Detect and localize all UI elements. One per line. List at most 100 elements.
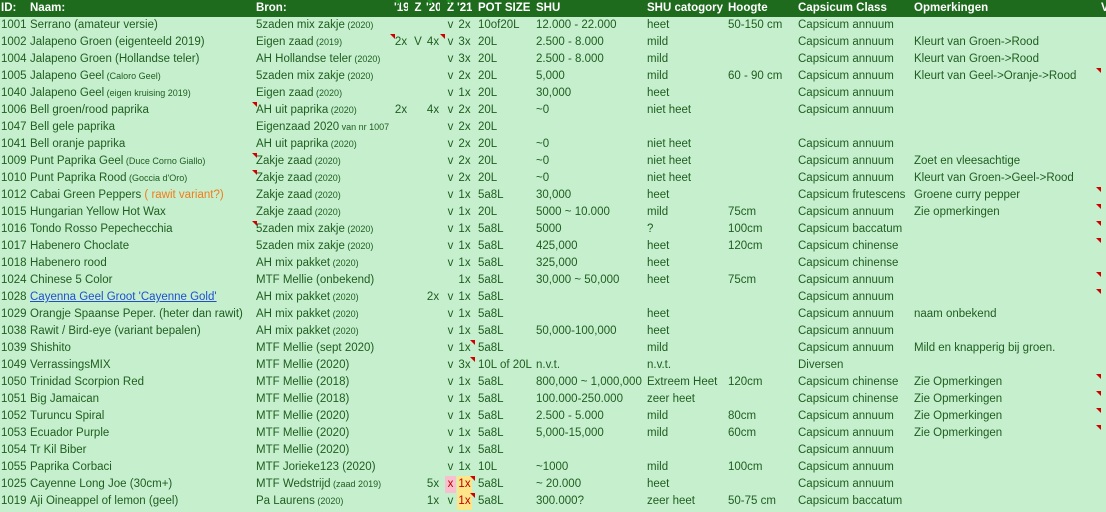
cell-z1[interactable] (412, 102, 424, 119)
cell-20[interactable] (426, 323, 440, 340)
cell-21[interactable]: 3x (457, 34, 472, 51)
cell-z1[interactable] (412, 170, 424, 187)
cell-id[interactable]: 1019 (1, 493, 27, 510)
cell-hoogte[interactable] (728, 85, 796, 102)
cell-naam[interactable]: Rawit / Bird-eye (variant bepalen) (30, 323, 254, 340)
cell-z1[interactable] (412, 357, 424, 374)
cell-bron[interactable]: MTF Mellie (2020) (256, 408, 392, 425)
cell-z1[interactable] (412, 323, 424, 340)
cell-z2[interactable]: v (445, 17, 456, 34)
cell-id[interactable]: 1052 (1, 408, 27, 425)
cell-shu-category[interactable]: zeer heet (647, 493, 725, 510)
cell-shu[interactable]: ~0 (536, 153, 644, 170)
cell-capsicum-class[interactable]: Capsicum baccatum (798, 221, 912, 238)
cell-20[interactable] (426, 170, 440, 187)
cell-20[interactable] (426, 221, 440, 238)
cell-20[interactable]: 1x (426, 493, 440, 510)
cell-pot-size[interactable]: 10L (478, 459, 534, 476)
cell-shu[interactable] (536, 340, 644, 357)
cell-pot-size[interactable]: 5a8L (478, 408, 534, 425)
cell-bron[interactable]: AH mix pakket (2020) (256, 306, 392, 323)
cell-capsicum-class[interactable]: Capsicum annuum (798, 425, 912, 442)
cell-pot-size[interactable]: 20L (478, 68, 534, 85)
cell-opmerkingen[interactable]: Kleurt van Groen->Rood (914, 51, 1100, 68)
cell-opmerkingen[interactable] (914, 357, 1100, 374)
cell-z2[interactable] (445, 272, 456, 289)
cell-pot-size[interactable]: 5a8L (478, 323, 534, 340)
cell-pot-size[interactable]: 5a8L (478, 187, 534, 204)
cell-z2[interactable]: v (445, 425, 456, 442)
cell-opmerkingen[interactable]: Kleurt van Groen->Rood (914, 34, 1100, 51)
cell-hoogte[interactable]: 50-150 cm (728, 17, 796, 34)
cell-hoogte[interactable] (728, 34, 796, 51)
header-shu[interactable]: SHU (536, 0, 644, 17)
cell-hoogte[interactable]: 100cm (728, 459, 796, 476)
cell-shu[interactable]: n.v.t. (536, 357, 644, 374)
header-pot-size[interactable]: POT SIZE (478, 0, 534, 17)
cell-shu-category[interactable]: n.v.t. (647, 357, 725, 374)
cell-19[interactable] (394, 51, 408, 68)
cell-id[interactable]: 1055 (1, 459, 27, 476)
cell-20[interactable] (426, 391, 440, 408)
cell-naam[interactable]: Habenero rood (30, 255, 254, 272)
cell-shu[interactable]: ~0 (536, 170, 644, 187)
cell-shu[interactable]: 30,000 (536, 187, 644, 204)
cell-19[interactable] (394, 136, 408, 153)
cell-19[interactable] (394, 340, 408, 357)
cell-20[interactable] (426, 238, 440, 255)
cell-21[interactable]: 1x (457, 408, 472, 425)
cell-shu-category[interactable]: mild (647, 68, 725, 85)
cell-21[interactable]: 2x (457, 17, 472, 34)
cell-hoogte[interactable] (728, 153, 796, 170)
cell-z1[interactable] (412, 119, 424, 136)
cell-19[interactable] (394, 493, 408, 510)
cell-z2[interactable]: v (445, 238, 456, 255)
cell-id[interactable]: 1039 (1, 340, 27, 357)
cell-shu[interactable]: ~0 (536, 102, 644, 119)
cell-shu-category[interactable]: mild (647, 408, 725, 425)
cell-20[interactable]: 5x (426, 476, 440, 493)
cell-capsicum-class[interactable]: Capsicum annuum (798, 442, 912, 459)
cell-naam[interactable]: Bell oranje paprika (30, 136, 254, 153)
cell-shu-category[interactable]: heet (647, 187, 725, 204)
cell-z1[interactable] (412, 68, 424, 85)
cell-capsicum-class[interactable]: Capsicum frutescens (798, 187, 912, 204)
cell-opmerkingen[interactable]: Zie Opmerkingen (914, 391, 1100, 408)
cell-naam[interactable]: Trinidad Scorpion Red (30, 374, 254, 391)
cell-pot-size[interactable]: 5a8L (478, 442, 534, 459)
cell-shu-category[interactable]: mild (647, 51, 725, 68)
cell-z1[interactable] (412, 306, 424, 323)
cell-z1[interactable] (412, 374, 424, 391)
cell-id[interactable]: 1017 (1, 238, 27, 255)
cell-id[interactable]: 1005 (1, 68, 27, 85)
cell-capsicum-class[interactable]: Capsicum annuum (798, 476, 912, 493)
cell-id[interactable]: 1012 (1, 187, 27, 204)
cell-pot-size[interactable]: 20L (478, 204, 534, 221)
cell-z2[interactable]: v (445, 289, 456, 306)
cell-opmerkingen[interactable] (914, 459, 1100, 476)
cell-naam[interactable]: Cabai Green Peppers ( rawit variant?) (30, 187, 254, 204)
cell-shu[interactable]: 12.000 - 22.000 (536, 17, 644, 34)
cell-19[interactable] (394, 204, 408, 221)
cell-shu[interactable]: 50,000-100,000 (536, 323, 644, 340)
cell-shu[interactable] (536, 306, 644, 323)
header-z1[interactable]: Z (412, 0, 424, 17)
cell-21[interactable]: 2x (457, 170, 472, 187)
cell-shu[interactable]: ~ 20.000 (536, 476, 644, 493)
cell-19[interactable] (394, 357, 408, 374)
header-shu-category[interactable]: SHU catogory (647, 0, 725, 17)
cell-21[interactable]: 1x (457, 459, 472, 476)
cell-19[interactable] (394, 374, 408, 391)
cell-z1[interactable] (412, 272, 424, 289)
cell-z2[interactable]: v (445, 408, 456, 425)
cell-pot-size[interactable]: 5a8L (478, 391, 534, 408)
cell-opmerkingen[interactable]: Kleurt van Geel->Oranje->Rood (914, 68, 1100, 85)
cell-z2[interactable]: v (445, 170, 456, 187)
cell-capsicum-class[interactable]: Capsicum chinense (798, 238, 912, 255)
cell-20[interactable]: 4x (426, 34, 440, 51)
cell-id[interactable]: 1054 (1, 442, 27, 459)
cell-z2[interactable]: v (445, 34, 456, 51)
cell-z2[interactable]: v (445, 442, 456, 459)
cell-bron[interactable]: MTF Wedstrijd (zaad 2019) (256, 476, 392, 493)
cell-shu-category[interactable]: ? (647, 221, 725, 238)
